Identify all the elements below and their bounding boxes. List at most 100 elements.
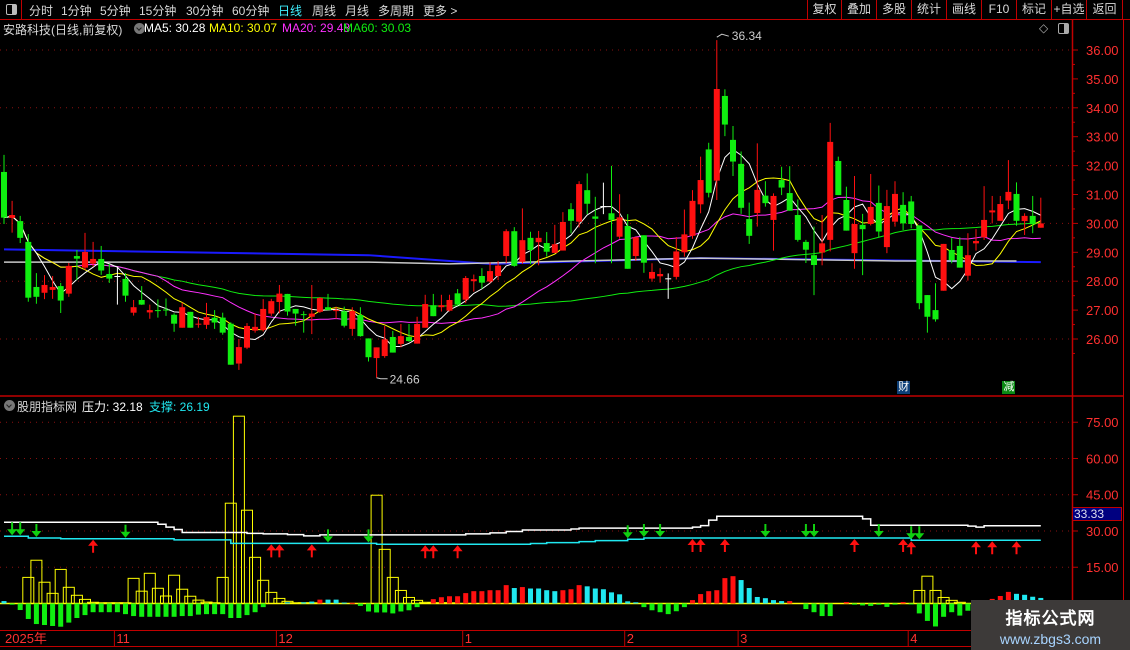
chevron-down-icon[interactable] xyxy=(4,400,15,411)
indicator-negative-bar xyxy=(827,603,833,617)
sell-arrow-icon xyxy=(914,526,925,540)
candle-body xyxy=(349,310,356,329)
price-axis-label: 35.00 xyxy=(1086,72,1119,87)
buy-arrow-icon xyxy=(906,541,917,555)
candle xyxy=(705,142,712,198)
candle xyxy=(908,195,915,229)
indicator-negative-bar xyxy=(965,603,971,611)
candle-body xyxy=(195,323,202,325)
candle-body xyxy=(511,231,518,266)
indicator-negative-bar xyxy=(228,603,234,619)
indicator-yellow-bar xyxy=(224,502,237,604)
candle-body xyxy=(9,215,16,218)
candle xyxy=(106,263,113,283)
candle-body xyxy=(33,286,40,297)
indicator-positive-bar xyxy=(1,601,7,604)
candle-body xyxy=(859,224,866,230)
candle-body xyxy=(82,252,88,268)
indicator-positive-bar xyxy=(690,600,695,604)
candle-body xyxy=(292,308,299,314)
candle-body xyxy=(948,249,955,261)
candle-body xyxy=(470,279,477,282)
indicator-positive-bar xyxy=(779,601,785,604)
sell-arrow-icon xyxy=(15,522,26,536)
candle xyxy=(989,195,996,224)
candle xyxy=(843,186,850,231)
candle-body xyxy=(495,265,502,276)
candle xyxy=(316,297,323,313)
candle xyxy=(535,230,542,266)
indicator-negative-bar xyxy=(941,603,947,617)
indicator-negative-bar xyxy=(876,603,882,605)
indicator-positive-bar xyxy=(843,602,849,604)
candle-body xyxy=(624,226,631,269)
event-flag-finance[interactable]: 财 xyxy=(897,381,911,394)
support-line xyxy=(4,535,1041,546)
indicator-negative-bar xyxy=(949,603,955,613)
diamond-icon[interactable]: ◇ xyxy=(1039,21,1048,35)
watermark-url: www.zbgs3.com xyxy=(999,631,1102,647)
candle xyxy=(713,40,720,200)
candle xyxy=(90,241,97,267)
candle xyxy=(794,199,801,242)
candle xyxy=(57,282,64,313)
sell-arrow-icon xyxy=(120,524,131,538)
event-flag-reduce[interactable]: 减 xyxy=(1002,381,1016,394)
indicator-yellow-bar xyxy=(135,590,148,604)
sell-arrow-icon xyxy=(638,523,649,537)
candle-body xyxy=(308,313,315,317)
candle xyxy=(9,200,16,233)
indicator-positive-bar xyxy=(325,599,331,604)
indicator-positive-bar xyxy=(471,591,477,604)
candle xyxy=(900,192,907,231)
price-axis-label: 32.00 xyxy=(1086,159,1119,174)
candle-body xyxy=(146,310,153,313)
date-axis-label: 1 xyxy=(465,631,472,646)
candle-body xyxy=(260,308,267,331)
indicator-negative-bar xyxy=(82,603,88,616)
indicator-negative-bar xyxy=(398,603,404,612)
candle-body xyxy=(414,323,421,344)
panel-toggle-icon[interactable] xyxy=(1058,23,1069,34)
candle xyxy=(300,311,307,333)
candle-body xyxy=(65,265,72,294)
candle-body xyxy=(608,213,615,220)
candle-body xyxy=(535,237,542,243)
indicator-negative-bar xyxy=(17,603,23,611)
buy-arrow-icon xyxy=(849,538,860,552)
candle-body xyxy=(665,278,672,280)
indicator-positive-bar xyxy=(568,589,574,604)
indicator-negative-bar xyxy=(98,603,104,613)
indicator-name: 股朋指标网 xyxy=(17,400,78,414)
candle xyxy=(948,238,955,264)
sell-arrow-icon xyxy=(7,522,18,536)
indicator-positive-bar xyxy=(730,576,736,604)
candle-body xyxy=(203,317,210,325)
candle xyxy=(163,298,169,316)
candle-body xyxy=(738,163,745,208)
indicator-negative-bar xyxy=(195,603,201,615)
indicator-negative-bar xyxy=(374,603,380,613)
price-axis-label: 34.00 xyxy=(1086,101,1119,116)
candle-body xyxy=(227,323,234,365)
candle xyxy=(932,283,939,322)
candle-body xyxy=(802,241,809,250)
indicator-negative-bar xyxy=(155,603,161,617)
candle xyxy=(640,235,647,273)
indicator-axis-label: 15.00 xyxy=(1086,560,1119,575)
indicator-negative-bar xyxy=(131,603,137,617)
indicator-negative-bar xyxy=(357,603,363,606)
candle-body xyxy=(138,299,145,305)
candle xyxy=(252,313,259,333)
candle xyxy=(65,262,72,297)
price-axis-label: 36.00 xyxy=(1086,43,1119,58)
indicator-negative-bar xyxy=(123,603,128,615)
indicator-positive-bar xyxy=(463,593,469,604)
kline-chart[interactable]: 36.00 35.00 34.00 33.00 32.00 31.00 30.00 29.00… xyxy=(0,0,1130,650)
candle-body xyxy=(916,225,923,304)
candle xyxy=(835,156,842,196)
candle xyxy=(438,294,445,312)
candle-body xyxy=(713,89,720,181)
candle xyxy=(1029,195,1036,234)
candle-body xyxy=(211,317,218,323)
